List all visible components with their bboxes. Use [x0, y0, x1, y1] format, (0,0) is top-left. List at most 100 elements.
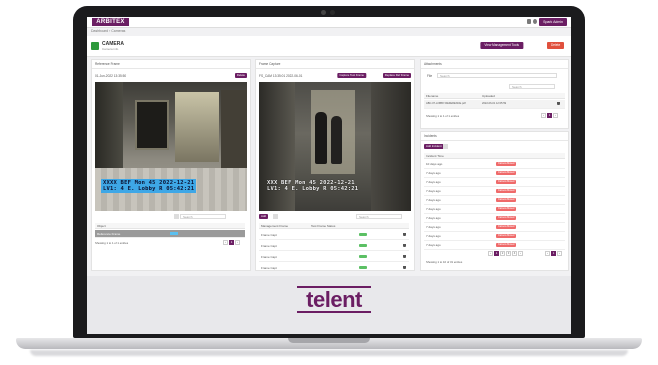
download-icon[interactable] — [557, 102, 560, 105]
table-row[interactable]: 7 days ago Camera Moved — [424, 178, 565, 187]
management-tools-button[interactable]: View Management Tools — [480, 42, 523, 49]
page-1-button[interactable]: 1 — [494, 251, 499, 256]
top-bar: ARBITEX Spark Admin — [87, 17, 571, 28]
page-4-button[interactable]: 4 — [512, 251, 517, 256]
page-prev-button[interactable]: ‹ — [545, 251, 550, 256]
row-label: Frame Capt — [261, 255, 277, 259]
capture-test-frame-button[interactable]: Capture Test Frame — [337, 73, 366, 78]
search-input[interactable]: Search — [180, 214, 226, 219]
add-incident-button[interactable]: Add Incident — [424, 144, 444, 149]
filter-icon[interactable] — [443, 144, 448, 149]
row-label: 7 days ago — [426, 216, 441, 220]
user-menu-button[interactable]: Spark Admin — [539, 18, 567, 26]
page-1-button[interactable]: 1 — [547, 113, 552, 118]
table-row[interactable]: 7 days ago Camera Moved — [424, 223, 565, 232]
pagination-compact: ‹ 1 › — [545, 251, 563, 256]
status-badge — [359, 233, 367, 236]
page-1-button[interactable]: 1 — [229, 240, 234, 245]
divider — [92, 68, 250, 69]
page-next-button[interactable]: › — [518, 251, 523, 256]
page-3-button[interactable]: 3 — [506, 251, 511, 256]
video-osd: XXX BEF Mon 45 2022-12-21 LV1: 4 E. Lobb… — [267, 180, 358, 192]
page-prev-button[interactable]: ‹ — [223, 240, 228, 245]
reference-frame-panel: Reference Frame 01-Jun-2022 13:35:50 Del… — [91, 59, 251, 271]
divider — [256, 68, 414, 69]
table-footer: Showing 1 to 10 of 31 entries — [426, 260, 463, 264]
row-label: 7 days ago — [426, 243, 441, 247]
download-icon[interactable] — [403, 255, 406, 258]
laptop-shadow — [30, 350, 628, 356]
search-input[interactable]: Search — [356, 214, 402, 219]
filter-icon[interactable] — [273, 214, 278, 219]
file-search-input[interactable]: Search — [437, 73, 557, 78]
table-row[interactable]: ABC-07-LOBBY-REFERENCE.pdf 2022-06-01 12… — [424, 100, 565, 109]
delete-frame-button[interactable]: Delete — [234, 73, 247, 78]
status-badge: Camera Moved — [496, 243, 517, 247]
download-icon[interactable] — [403, 233, 406, 236]
breadcrumb[interactable]: Dashboard › Cameras — [91, 29, 125, 33]
file-name[interactable]: ABC-07-LOBBY-REFERENCE.pdf — [426, 102, 466, 105]
video-osd: XXXX BEF Mon 45 2022-12-21 LV1: 4 E. Lob… — [101, 179, 197, 193]
table-row[interactable]: Frame Capt — [259, 230, 409, 240]
row-label: 7 days ago — [426, 225, 441, 229]
bell-icon[interactable] — [527, 19, 531, 24]
table-row[interactable]: 7 days ago Camera Moved — [424, 214, 565, 223]
app-logo[interactable]: ARBITEX — [92, 18, 129, 26]
page-2-button[interactable]: 2 — [500, 251, 505, 256]
page-next-button[interactable]: › — [553, 113, 558, 118]
brand-name: telent — [306, 287, 362, 312]
capture-frame-image: XXX BEF Mon 45 2022-12-21 LV1: 4 E. Lobb… — [259, 82, 411, 211]
row-label: 7 days ago — [426, 189, 441, 193]
page-prev-button[interactable]: ‹ — [488, 251, 493, 256]
search-input[interactable]: Search — [509, 84, 555, 89]
table-row[interactable]: Frame Capt — [259, 241, 409, 251]
row-label: Frame Capt — [261, 266, 277, 270]
download-icon[interactable] — [403, 266, 406, 269]
delete-camera-button[interactable]: Delete — [547, 42, 565, 49]
page-next-button[interactable]: › — [557, 251, 562, 256]
frame-capture-panel: Frame Capture FS_CAM 13:35:01 2022-06-01… — [255, 59, 415, 271]
logo-bar-bottom — [297, 311, 371, 313]
page-prev-button[interactable]: ‹ — [541, 113, 546, 118]
table-row[interactable]: Reference Frame — [95, 230, 245, 238]
table-row[interactable]: 10 days ago Camera Moved — [424, 160, 565, 169]
download-icon[interactable] — [403, 244, 406, 247]
status-badge: Camera Moved — [496, 216, 517, 220]
page-1-button[interactable]: 1 — [551, 251, 556, 256]
column-header: Management Frame — [261, 224, 289, 228]
table-row[interactable]: 7 days ago Camera Moved — [424, 241, 565, 250]
page-header: CAMERA Camera info View Management Tools… — [87, 36, 571, 57]
table-row[interactable]: 7 days ago Camera Moved — [424, 169, 565, 178]
table-row[interactable]: 7 days ago Camera Moved — [424, 205, 565, 214]
column-header: Uploaded — [482, 94, 495, 98]
status-badge: Camera Moved — [496, 207, 517, 211]
laptop-screen: ARBITEX Spark Admin Dashboard › Cameras … — [87, 17, 571, 334]
table-row[interactable]: Frame Capt — [259, 263, 409, 270]
panel-title: Incidents — [424, 134, 437, 138]
osd-line: LV1: 4 E. Lobby R 05:42:21 — [103, 186, 195, 192]
door-frame — [221, 90, 247, 180]
row-label: 7 days ago — [426, 207, 441, 211]
divider — [421, 140, 568, 141]
webcam-icon — [321, 10, 326, 15]
divider — [421, 68, 568, 69]
page-subtitle: Camera info — [102, 47, 119, 51]
page-next-button[interactable]: › — [235, 240, 240, 245]
table-header: Filename Uploaded — [424, 93, 565, 99]
user-icon[interactable] — [533, 19, 537, 24]
attachments-panel: Attachments File Search Search Filename … — [420, 59, 569, 129]
table-row[interactable]: 7 days ago Camera Moved — [424, 232, 565, 241]
panel-title: Frame Capture — [259, 62, 281, 66]
person-silhouette — [331, 116, 342, 164]
add-button[interactable]: Add — [259, 214, 268, 219]
table-row[interactable]: 7 days ago Camera Moved — [424, 187, 565, 196]
row-label: 10 days ago — [426, 162, 443, 166]
search-icon[interactable] — [174, 214, 179, 219]
column-header: Filename — [426, 94, 439, 98]
table-row[interactable]: Frame Capt — [259, 252, 409, 262]
replace-ref-frame-button[interactable]: Replace Ref Frame — [382, 73, 411, 78]
row-label: Reference Frame — [97, 232, 121, 236]
row-label: 7 days ago — [426, 234, 441, 238]
table-row[interactable]: 7 days ago Camera Moved — [424, 196, 565, 205]
column-header: Object — [97, 224, 106, 228]
